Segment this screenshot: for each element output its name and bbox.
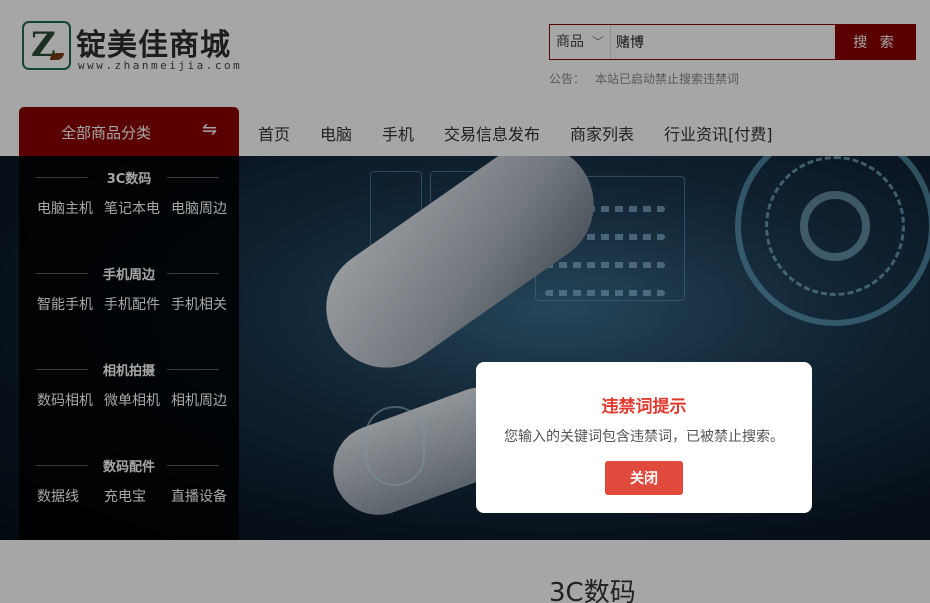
forbidden-word-dialog: 违禁词提示 您输入的关键词包含违禁词，已被禁止搜索。 关闭 <box>476 362 812 513</box>
dialog-title: 违禁词提示 <box>601 397 687 417</box>
dialog-message: 您输入的关键词包含违禁词，已被禁止搜索。 <box>504 429 784 445</box>
close-button[interactable]: 关闭 <box>605 461 683 495</box>
